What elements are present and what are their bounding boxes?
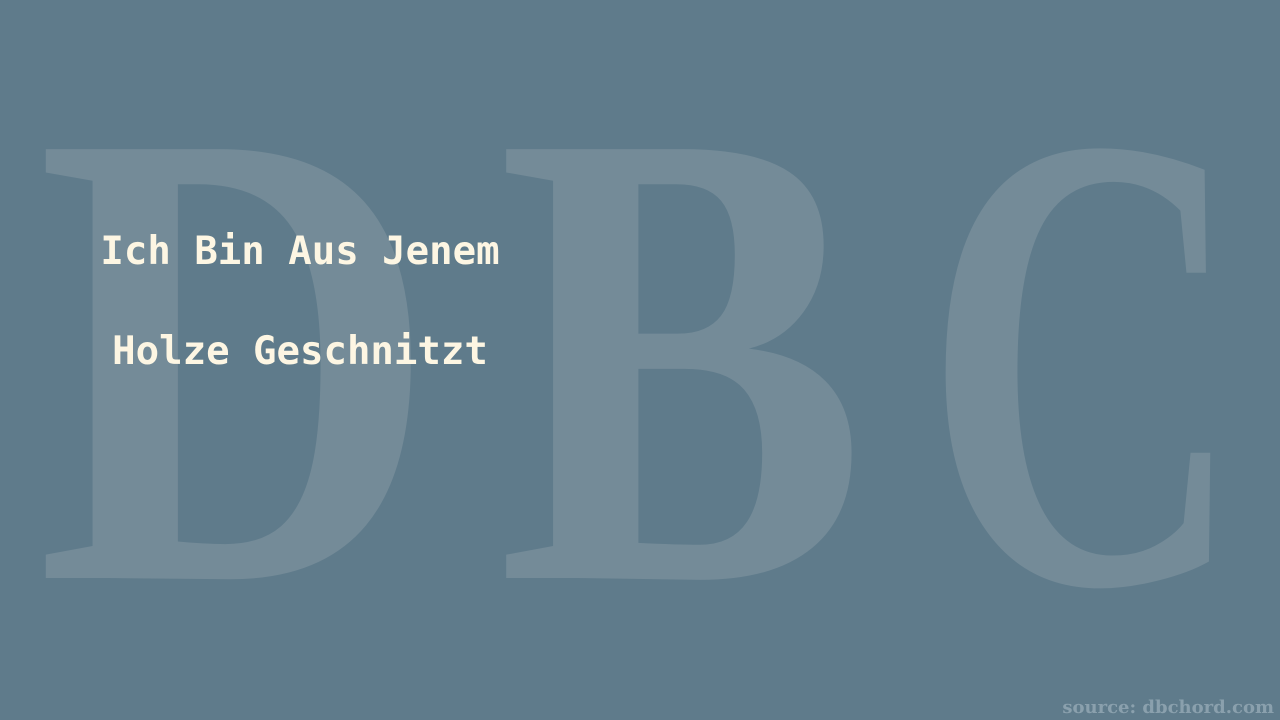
lyric-line-1: Ich Bin Aus Jenem — [100, 229, 500, 274]
watermark-letter-c: C — [924, 0, 1244, 720]
lyric-line-2: Holze Geschnitzt — [112, 329, 488, 374]
source-credit: source: dbchord.com — [1062, 697, 1274, 718]
